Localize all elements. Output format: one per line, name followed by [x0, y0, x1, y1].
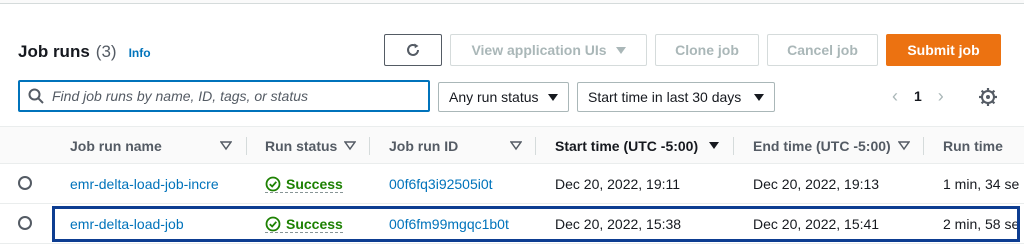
- gear-icon[interactable]: [978, 87, 998, 107]
- job-run-name-link[interactable]: emr-delta-load-job: [70, 204, 184, 244]
- job-run-count: (3): [95, 42, 117, 61]
- search-input[interactable]: [52, 88, 412, 104]
- success-check-icon: [265, 216, 281, 231]
- column-header-run-status[interactable]: Run status: [265, 127, 337, 165]
- job-runs-header: Job runs (3) Info View application UIs C…: [0, 4, 1024, 126]
- sort-descending-icon[interactable]: [708, 141, 720, 151]
- job-run-id-link[interactable]: 00f6fm99mgqc1b0t: [389, 204, 509, 244]
- search-icon: [28, 88, 44, 104]
- table-row[interactable]: emr-delta-load-job-incre Success 00f6fq3…: [0, 164, 1024, 204]
- column-separator: [246, 137, 247, 155]
- table-header: Job run name Run status Job run ID Start…: [0, 126, 1024, 164]
- sort-icon[interactable]: [898, 141, 910, 151]
- caret-down-icon: [754, 93, 764, 101]
- run-status-cell: Success: [265, 164, 343, 204]
- column-header-end-time[interactable]: End time (UTC -5:00): [753, 127, 891, 165]
- sort-icon[interactable]: [344, 141, 356, 151]
- clone-job-button[interactable]: Clone job: [655, 34, 759, 66]
- status-text: Success: [286, 215, 343, 232]
- view-application-uis-label: View application UIs: [471, 42, 607, 58]
- column-separator: [535, 137, 536, 155]
- column-header-job-run-id[interactable]: Job run ID: [389, 127, 458, 165]
- start-time-cell: Dec 20, 2022, 19:11: [555, 176, 681, 192]
- run-time-cell: 1 min, 34 se: [943, 176, 1020, 192]
- end-time-cell: Dec 20, 2022, 15:41: [753, 216, 880, 232]
- chevron-left-icon[interactable]: ‹: [884, 86, 906, 107]
- status-text: Success: [286, 175, 343, 192]
- run-time-cell: 2 min, 58 se: [943, 216, 1020, 232]
- start-time-select[interactable]: Start time in last 30 days: [577, 82, 775, 112]
- column-separator: [369, 137, 370, 155]
- column-header-job-run-name[interactable]: Job run name: [70, 127, 162, 165]
- status-badge[interactable]: Success: [265, 176, 343, 193]
- refresh-icon: [407, 43, 419, 56]
- column-separator: [733, 137, 734, 155]
- column-separator: [923, 137, 924, 155]
- current-page[interactable]: 1: [914, 88, 922, 104]
- row-select-radio[interactable]: [18, 216, 32, 230]
- row-select-radio[interactable]: [18, 176, 32, 190]
- title-group: Job runs (3) Info: [18, 42, 151, 62]
- table-row[interactable]: emr-delta-load-job Success 00f6fm99mgqc1…: [0, 204, 1024, 244]
- job-run-name-link[interactable]: emr-delta-load-job-incre: [70, 164, 219, 204]
- run-status-value: Any run status: [449, 89, 539, 105]
- job-run-id-link[interactable]: 00f6fq3i92505i0t: [389, 164, 493, 204]
- view-application-uis-button[interactable]: View application UIs: [450, 34, 647, 66]
- run-status-cell: Success: [265, 204, 343, 244]
- search-box: [18, 80, 430, 112]
- caret-down-icon: [615, 46, 626, 54]
- status-badge[interactable]: Success: [265, 216, 343, 233]
- column-header-start-time[interactable]: Start time (UTC -5:00): [555, 127, 698, 165]
- chevron-right-icon[interactable]: ›: [930, 86, 952, 107]
- caret-down-icon: [548, 93, 558, 101]
- submit-job-button[interactable]: Submit job: [886, 34, 1001, 66]
- run-status-select[interactable]: Any run status: [438, 82, 569, 112]
- start-time-cell: Dec 20, 2022, 15:38: [555, 216, 682, 232]
- page-title: Job runs: [18, 42, 90, 61]
- cancel-job-button[interactable]: Cancel job: [767, 34, 878, 66]
- success-check-icon: [265, 176, 281, 191]
- info-link[interactable]: Info: [129, 46, 151, 60]
- end-time-cell: Dec 20, 2022, 19:13: [753, 176, 880, 192]
- refresh-button[interactable]: [384, 34, 442, 66]
- start-time-value: Start time in last 30 days: [588, 89, 742, 105]
- sort-icon[interactable]: [220, 141, 232, 151]
- pagination: ‹ 1 ›: [884, 84, 952, 108]
- sort-icon[interactable]: [510, 141, 522, 151]
- column-header-run-time[interactable]: Run time: [943, 127, 1003, 165]
